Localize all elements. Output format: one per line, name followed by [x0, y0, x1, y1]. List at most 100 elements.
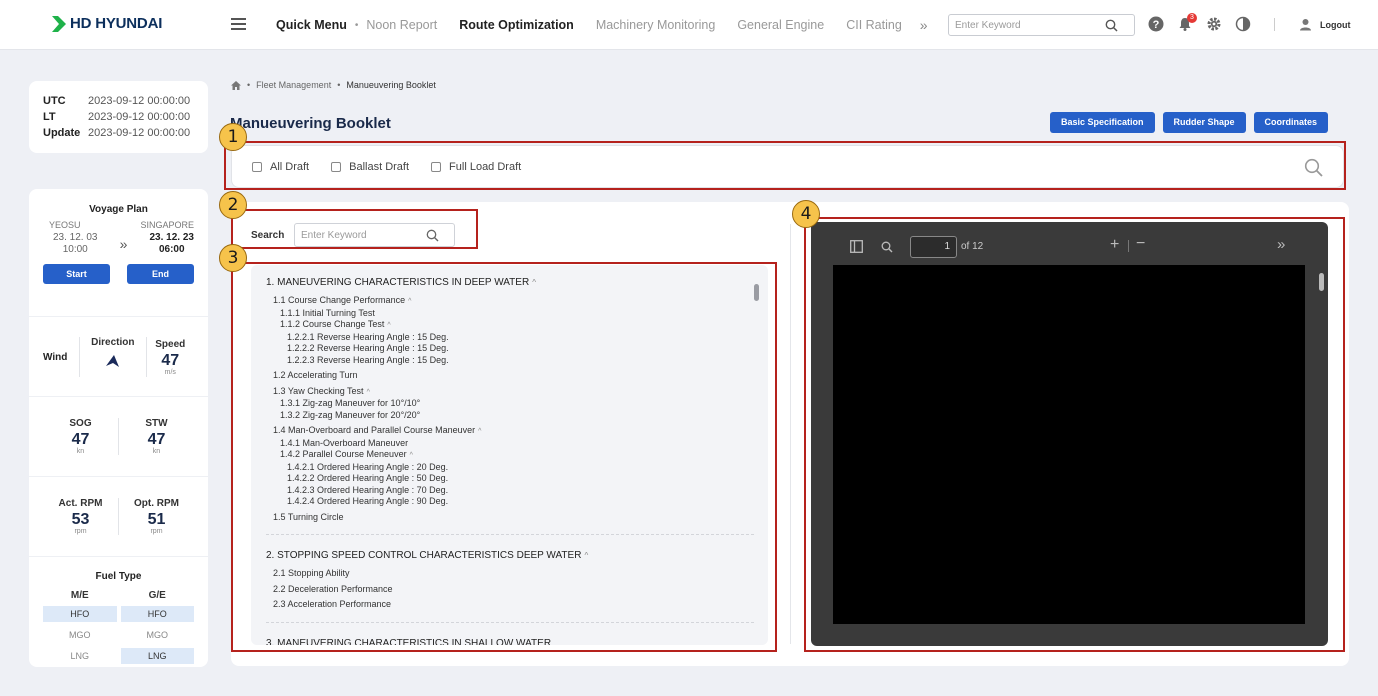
opt-rpm-unit: rpm [150, 528, 163, 535]
basic-specification-button[interactable]: Basic Specification [1050, 112, 1155, 133]
rudder-shape-button[interactable]: Rudder Shape [1162, 112, 1246, 133]
breadcrumb-current: Manueuvering Booklet [346, 80, 436, 90]
toc-item[interactable]: 1.1 Course Change Performance ^ [266, 295, 754, 308]
svg-text:?: ? [1153, 19, 1160, 31]
filter-search-icon[interactable] [1304, 158, 1323, 177]
toc-item[interactable]: 1.3.2 Zig-zag Maneuver for 20°/20° [266, 410, 754, 422]
help-icon[interactable]: ? [1148, 16, 1164, 32]
brand-logo[interactable]: HD HYUNDAI [52, 15, 162, 32]
toc-item[interactable]: 1.4.2.3 Ordered Hearing Angle : 70 Deg. [266, 485, 754, 497]
collapse-caret-icon[interactable]: ^ [408, 298, 411, 305]
breadcrumb-separator: • [247, 80, 251, 90]
nav-more-icon[interactable]: » [920, 17, 928, 33]
toc-item-label: 1.3.2 Zig-zag Maneuver for 20°/20° [280, 409, 421, 420]
toc-item[interactable]: 2.1 Stopping Ability [266, 568, 754, 580]
toc-item[interactable]: 1.5 Turning Circle [266, 512, 754, 524]
breadcrumb-parent[interactable]: Fleet Management [256, 80, 331, 90]
checkbox-box[interactable] [431, 161, 442, 172]
checkbox-box[interactable] [331, 161, 342, 172]
toc-item[interactable]: 1.2 Accelerating Turn [266, 370, 754, 382]
logout-button[interactable]: Logout [1299, 18, 1351, 31]
full-load-draft-checkbox[interactable]: Full Load Draft [431, 161, 521, 173]
wind-direction-label: Direction [91, 337, 135, 348]
toc-chapter-title: 1. MANEUVERING CHARACTERISTICS IN DEEP W… [266, 277, 530, 288]
wind-direction: Direction [79, 337, 147, 377]
global-search[interactable] [948, 14, 1135, 36]
hamburger-menu-icon[interactable] [231, 18, 246, 30]
search-icon[interactable] [1105, 19, 1118, 32]
toc-item[interactable]: 1.4.2.1 Ordered Hearing Angle : 20 Deg. [266, 462, 754, 474]
fuel-option-ge[interactable]: HFO [120, 606, 194, 622]
toc-item[interactable]: 2.3 Acceleration Performance [266, 599, 754, 611]
voyage-end-button[interactable]: End [127, 264, 194, 284]
settings-gear-icon[interactable] [1206, 16, 1222, 32]
toc-item-label: 1.4 Man-Overboard and Parallel Course Ma… [273, 425, 476, 435]
collapse-caret-icon[interactable]: ^ [532, 278, 536, 287]
nav-item-cii-rating[interactable]: CII Rating [846, 18, 902, 32]
toc-search-input[interactable] [301, 229, 426, 241]
toc-item[interactable]: 1.2.2.3 Reverse Hearing Angle : 15 Deg. [266, 355, 754, 367]
toc-scrollbar[interactable] [754, 284, 759, 301]
toc-item[interactable]: 1.4.1 Man-Overboard Maneuver [266, 438, 754, 450]
voyage-arrow-icon: » [119, 236, 128, 252]
collapse-caret-icon[interactable]: ^ [367, 389, 370, 396]
toc-chapter[interactable]: 2. STOPPING SPEED CONTROL CHARACTERISTIC… [266, 549, 754, 563]
utc-value: 2023-09-12 00:00:00 [88, 95, 191, 107]
toc-search[interactable] [294, 223, 455, 247]
fuel-option-me[interactable]: LNG [43, 648, 117, 664]
toc-item[interactable]: 1.2.2.2 Reverse Hearing Angle : 15 Deg. [266, 343, 754, 355]
toc-chapter[interactable]: 1. MANEUVERING CHARACTERISTICS IN DEEP W… [266, 276, 754, 290]
toc-item[interactable]: 1.4.2.2 Ordered Hearing Angle : 50 Deg. [266, 473, 754, 485]
fuel-option-ge[interactable]: MGO [121, 627, 195, 643]
notification-bell-icon[interactable]: 3 [1177, 13, 1197, 32]
pdf-scrollbar[interactable] [1319, 273, 1324, 291]
toc-chapter-title: 3. MANEUVERING CHARACTERISTICS IN SHALLO… [266, 637, 552, 646]
toc-item[interactable]: 1.2.2.1 Reverse Hearing Angle : 15 Deg. [266, 332, 754, 344]
toc-item[interactable]: 1.4.2.4 Ordered Hearing Angle : 90 Deg. [266, 496, 754, 508]
more-tools-icon[interactable]: » [1277, 236, 1285, 253]
toc-item[interactable]: 1.3 Yaw Checking Test ^ [266, 386, 754, 399]
arrival-port: SINGAPORE [140, 220, 194, 230]
collapse-caret-icon[interactable]: ^ [478, 428, 481, 435]
page-number-input[interactable]: 1 [910, 236, 957, 258]
theme-contrast-icon[interactable] [1235, 16, 1251, 32]
wind-section: Wind Direction Speed 47 m/s [29, 317, 208, 397]
nav-item-route-optimization[interactable]: Route Optimization [459, 18, 574, 32]
nav-item-quick-menu[interactable]: Quick Menu [276, 18, 347, 32]
nav-item-general-engine[interactable]: General Engine [737, 18, 824, 32]
zoom-out-icon[interactable]: − [1136, 235, 1145, 253]
pdf-page-canvas[interactable] [833, 265, 1305, 624]
fuel-option-me[interactable]: MGO [43, 627, 117, 643]
checkbox-box[interactable] [252, 161, 262, 172]
nav-item-noon-report[interactable]: Noon Report [366, 18, 437, 32]
toc-item[interactable]: 1.4 Man-Overboard and Parallel Course Ma… [266, 425, 754, 438]
toc-item[interactable]: 2.2 Deceleration Performance [266, 584, 754, 596]
zoom-in-icon[interactable]: + [1110, 236, 1119, 254]
ballast-draft-checkbox[interactable]: Ballast Draft [331, 161, 409, 173]
voyage-start-button[interactable]: Start [43, 264, 110, 284]
toc-item[interactable]: 1.4.2 Parallel Course Meneuver ^ [266, 449, 754, 462]
nav-item-machinery-monitoring[interactable]: Machinery Monitoring [596, 18, 716, 32]
toc-item[interactable]: 1.1.2 Course Change Test ^ [266, 319, 754, 332]
fuel-type-section: Fuel Type M/E G/E HFO HFO MGO MGO LNG LNG [29, 571, 208, 664]
pdf-search-icon[interactable] [881, 241, 893, 253]
collapse-caret-icon[interactable]: ^ [410, 452, 413, 459]
coordinates-button[interactable]: Coordinates [1253, 112, 1329, 133]
toc-item[interactable]: 1.3.1 Zig-zag Maneuver for 10°/10° [266, 398, 754, 410]
search-icon[interactable] [426, 229, 439, 242]
toc-item[interactable]: 1.1.1 Initial Turning Test [266, 308, 754, 320]
sidebar-toggle-icon[interactable] [850, 240, 863, 253]
home-icon[interactable] [231, 80, 241, 90]
main-nav: Quick Menu • Noon Report Route Optimization… [276, 17, 928, 33]
voyage-plan-section: Voyage Plan YEOSU SINGAPORE 23. 12. 03 10… [29, 204, 208, 317]
time-info-card: UTC 2023-09-12 00:00:00 LT 2023-09-12 00:0… [29, 81, 208, 153]
toc-chapter[interactable]: 3. MANEUVERING CHARACTERISTICS IN SHALLO… [266, 637, 754, 646]
global-search-input[interactable] [955, 19, 1105, 31]
fuel-option-ge[interactable]: LNG [120, 648, 194, 664]
fuel-option-me[interactable]: HFO [43, 606, 117, 622]
collapse-caret-icon[interactable]: ^ [387, 322, 390, 329]
collapse-caret-icon[interactable]: ^ [584, 551, 588, 560]
departure-port: YEOSU [49, 220, 81, 230]
rpm-section: Act. RPM 53 rpm Opt. RPM 51 rpm [29, 477, 208, 557]
all-draft-checkbox[interactable]: All Draft [252, 161, 309, 173]
